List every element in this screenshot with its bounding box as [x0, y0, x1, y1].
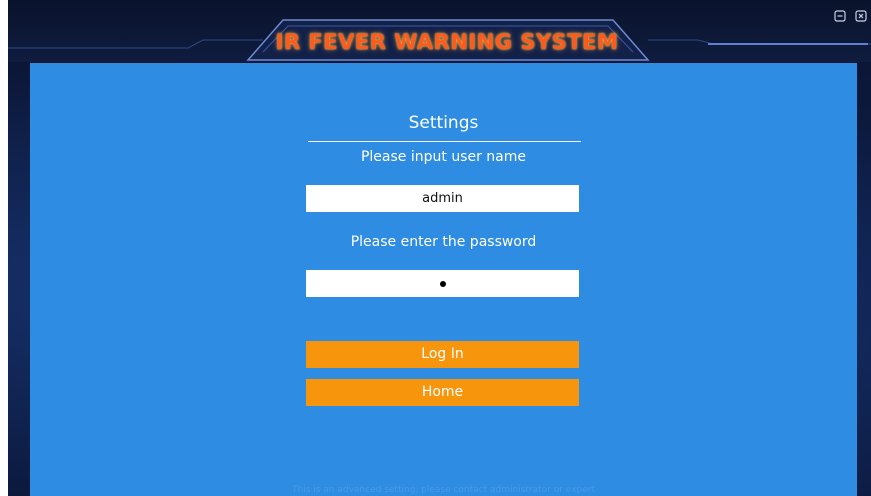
- minimize-icon-glyph: [834, 10, 846, 22]
- app-title: IR FEVER WARNING SYSTEM: [275, 30, 619, 54]
- username-label: Please input user name: [360, 149, 527, 165]
- settings-panel: Settings Please input user name admin Pl…: [30, 63, 857, 496]
- window-left-edge: [0, 0, 8, 496]
- title-divider: [308, 141, 581, 142]
- home-button[interactable]: Home: [306, 379, 579, 406]
- settings-title: Settings: [408, 113, 479, 133]
- footer-note: This is an advanced setting, please cont…: [291, 485, 595, 495]
- password-label: Please enter the password: [350, 234, 537, 250]
- password-mask-dot: [439, 280, 446, 287]
- login-button[interactable]: Log In: [306, 341, 579, 368]
- minimize-icon[interactable]: [833, 10, 847, 24]
- password-input[interactable]: [306, 270, 579, 297]
- title-frame: IR FEVER WARNING SYSTEM: [263, 14, 633, 66]
- username-input[interactable]: admin: [306, 185, 579, 212]
- close-icon[interactable]: [854, 10, 868, 24]
- title-bar: IR FEVER WARNING SYSTEM: [8, 0, 871, 62]
- close-icon-glyph: [855, 10, 867, 22]
